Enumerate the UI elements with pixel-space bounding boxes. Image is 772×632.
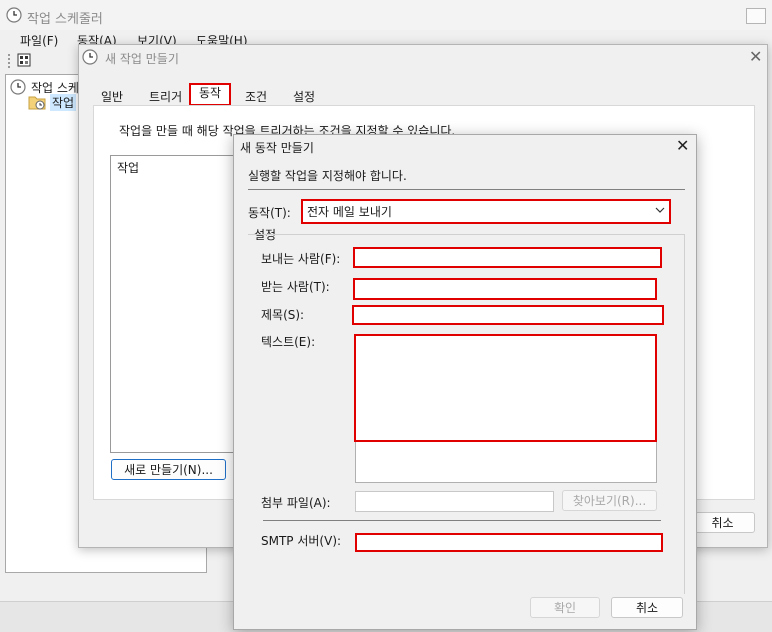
subject-label: 제목(S):	[261, 308, 305, 322]
create-task-title: 새 작업 만들기	[105, 52, 179, 66]
divider	[263, 520, 661, 521]
new-action-button[interactable]: 새로 만들기(N)...	[111, 459, 226, 480]
new-action-cancel-button[interactable]: 취소	[611, 597, 683, 618]
text-area-highlight[interactable]	[354, 334, 657, 442]
smtp-field[interactable]	[355, 533, 663, 552]
from-field[interactable]	[353, 247, 662, 268]
to-field[interactable]	[353, 278, 657, 300]
menu-file[interactable]: 파일(F)	[20, 32, 58, 49]
folder-icon	[28, 94, 46, 113]
tree-child-label[interactable]: 작업	[50, 94, 77, 111]
create-task-cancel-button[interactable]: 취소	[690, 512, 755, 533]
action-type-label: 동작(T):	[248, 206, 291, 220]
instruction-text: 실행할 작업을 지정해야 합니다.	[248, 169, 407, 183]
toolbar-grip	[8, 54, 12, 68]
tab-conditions[interactable]: 조건	[245, 88, 267, 105]
tab-triggers[interactable]: 트리거	[149, 88, 182, 105]
action-list-header: 작업	[117, 161, 140, 175]
new-action-dialog: 새 동작 만들기 ✕ 실행할 작업을 지정해야 합니다. 동작(T): 전자 메…	[233, 134, 697, 630]
action-type-select[interactable]: 전자 메일 보내기	[301, 199, 671, 224]
tab-settings[interactable]: 설정	[293, 88, 315, 105]
minimize-button[interactable]	[746, 8, 766, 24]
clock-icon	[82, 49, 98, 68]
to-label: 받는 사람(T):	[261, 280, 330, 294]
app-title: 작업 스케줄러	[27, 12, 103, 27]
app-title-bar: 작업 스케줄러	[0, 0, 772, 30]
subject-field[interactable]	[352, 305, 664, 325]
ok-button[interactable]: 확인	[530, 597, 600, 618]
clock-icon	[6, 7, 22, 26]
from-label: 보내는 사람(F):	[261, 252, 341, 266]
close-icon[interactable]: ✕	[749, 49, 762, 65]
scheduler-toolbar-icon[interactable]	[17, 53, 31, 67]
attachment-field[interactable]	[355, 491, 554, 512]
attachment-label: 첨부 파일(A):	[261, 496, 331, 510]
browse-button[interactable]: 찾아보기(R)...	[562, 490, 657, 511]
toolbar	[0, 50, 80, 72]
close-icon[interactable]: ✕	[676, 138, 689, 154]
tab-general[interactable]: 일반	[101, 88, 123, 105]
action-type-value: 전자 메일 보내기	[307, 205, 392, 219]
text-label: 텍스트(E):	[261, 335, 316, 349]
new-action-title: 새 동작 만들기	[240, 141, 314, 155]
tab-actions[interactable]: 동작	[189, 83, 231, 106]
tree-root-clock-icon	[10, 79, 26, 98]
divider	[248, 189, 685, 190]
smtp-label: SMTP 서버(V):	[261, 534, 342, 548]
chevron-down-icon	[655, 203, 665, 220]
